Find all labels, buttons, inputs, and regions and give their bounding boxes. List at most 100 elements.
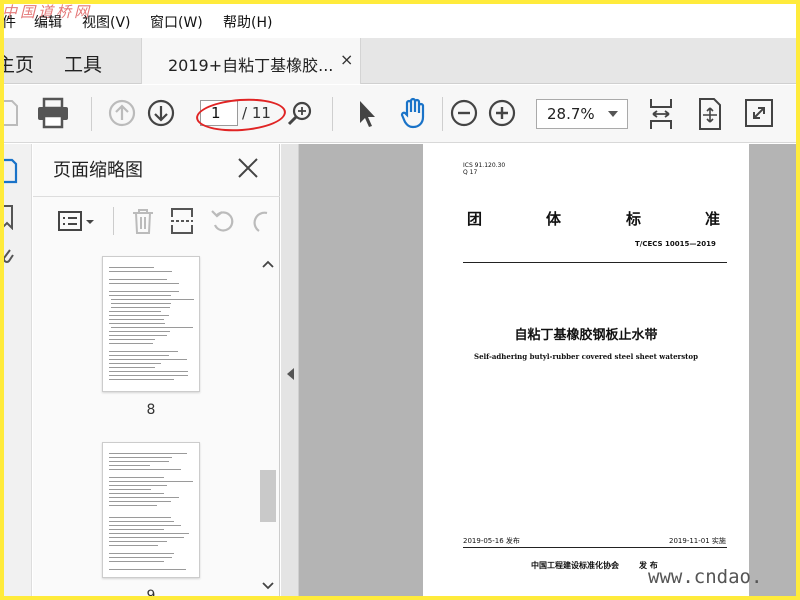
toolbar-separator xyxy=(113,207,114,235)
site-url-watermark: www.cndao. xyxy=(648,566,763,588)
close-icon[interactable] xyxy=(236,156,260,180)
thumbnail-text-line xyxy=(111,303,171,304)
rotate-view-icon[interactable] xyxy=(696,97,724,131)
thumbnail-text-line xyxy=(109,359,187,360)
implement-date: 2019-11-01 实施 xyxy=(669,537,726,545)
save-icon[interactable] xyxy=(4,99,18,127)
menu-view[interactable]: 视图(V) xyxy=(82,12,131,32)
toolbar-separator xyxy=(332,97,333,131)
panel-title: 页面缩略图 xyxy=(53,160,143,181)
thumbnail-text-line xyxy=(109,521,174,522)
menu-help[interactable]: 帮助(H) xyxy=(223,12,272,32)
thumbnail-text-line xyxy=(111,307,170,308)
header-rule xyxy=(463,262,727,263)
menu-file[interactable]: 件 xyxy=(4,12,16,32)
page-thumbnails-icon[interactable] xyxy=(4,158,18,184)
thumbnail-options-icon[interactable] xyxy=(57,210,97,234)
ccs-code: Q 17 xyxy=(463,169,478,176)
heading-char: 体 xyxy=(546,210,562,228)
thumbnail-text-line xyxy=(109,453,187,454)
thumbnail-text-line xyxy=(109,489,151,490)
close-tab-button[interactable]: × xyxy=(340,50,353,69)
panel-collapse-gutter[interactable] xyxy=(281,144,299,596)
thumbnail-text-line xyxy=(109,481,193,482)
thumbnail-page-label: 9 xyxy=(146,588,156,596)
chevron-down-icon xyxy=(608,111,618,117)
tab-bar: 主页 工具 2019+自粘丁基橡胶... × xyxy=(4,38,796,84)
chevron-up-icon[interactable] xyxy=(262,260,274,268)
thumbnail-text-line xyxy=(109,323,165,324)
full-screen-icon[interactable] xyxy=(744,98,774,128)
thumbnail-text-line xyxy=(109,469,181,470)
thumbnail-text-line xyxy=(109,379,174,380)
heading-char: 标 xyxy=(626,210,642,228)
chevron-down-icon[interactable] xyxy=(262,582,274,590)
tab-document[interactable]: 2019+自粘丁基橡胶... × xyxy=(141,38,361,84)
menu-bar: 中国道桥网 件 编辑 视图(V) 窗口(W) 帮助(H) xyxy=(4,4,796,36)
select-cursor-icon[interactable] xyxy=(356,99,378,129)
thumbnail-text-line xyxy=(109,271,172,272)
page-thumbnail-9[interactable] xyxy=(102,442,200,578)
footer-rule xyxy=(463,547,727,548)
document-tab-title: 2019+自粘丁基橡胶... xyxy=(168,56,334,75)
hand-tool-icon[interactable] xyxy=(399,97,429,129)
attachment-icon[interactable] xyxy=(4,248,16,270)
thumbnail-text-line xyxy=(109,557,172,558)
thumbnail-text-line xyxy=(109,371,188,372)
thumbnail-text-line xyxy=(109,375,188,376)
thumbnail-text-line xyxy=(109,505,157,506)
thumbnail-text-line xyxy=(109,561,164,562)
page-thumbnail-8[interactable] xyxy=(102,256,200,392)
fit-page-icon[interactable] xyxy=(647,97,675,131)
toolbar-separator xyxy=(91,97,92,131)
thumbnail-text-line xyxy=(109,465,150,466)
thumbnail-text-line xyxy=(109,279,167,280)
document-page: ICS 91.120.30 Q 17 团 体 标 准 T/CECS 10015—… xyxy=(423,144,749,596)
thumbnail-text-line xyxy=(109,501,171,502)
previous-page-icon[interactable] xyxy=(108,99,136,127)
scrollbar-thumb[interactable] xyxy=(260,470,276,522)
thumbnail-text-line xyxy=(109,493,164,494)
thumbnail-text-line xyxy=(109,283,179,284)
issue-date: 2019-05-16 发布 xyxy=(463,537,520,545)
thumbnail-panel: 页面缩略图 8 9 xyxy=(33,144,280,596)
menu-edit[interactable]: 编辑 xyxy=(34,12,62,32)
thumbnail-text-line xyxy=(109,331,170,332)
thumbnail-page-label: 8 xyxy=(146,402,156,418)
menu-window[interactable]: 窗口(W) xyxy=(150,12,203,32)
thumbnail-text-line xyxy=(111,299,194,300)
trash-icon[interactable] xyxy=(131,207,155,235)
navigation-rail xyxy=(4,144,32,596)
document-viewer[interactable]: ICS 91.120.30 Q 17 团 体 标 准 T/CECS 10015—… xyxy=(281,144,796,596)
thumbnail-text-line xyxy=(109,363,161,364)
thumbnail-text-line xyxy=(109,319,164,320)
thumbnail-text-line xyxy=(109,311,161,312)
insert-page-icon[interactable] xyxy=(169,207,195,235)
ics-code: ICS 91.120.30 xyxy=(463,162,506,169)
zoom-search-icon[interactable] xyxy=(286,99,314,127)
print-icon[interactable] xyxy=(36,97,70,129)
collapse-arrow-icon[interactable] xyxy=(287,368,294,380)
standard-number: T/CECS 10015—2019 xyxy=(635,240,716,248)
thumbnail-text-line xyxy=(109,497,179,498)
heading-char: 准 xyxy=(705,210,721,228)
thumbnail-text-line xyxy=(109,335,167,336)
thumbnail-text-line xyxy=(109,343,153,344)
thumbnail-text-line xyxy=(109,339,155,340)
zoom-out-icon[interactable] xyxy=(450,99,478,127)
tab-home[interactable]: 主页 xyxy=(4,50,34,77)
rotate-left-icon[interactable] xyxy=(209,207,237,235)
thumbnail-text-line xyxy=(111,327,193,328)
standard-title-cn: 自粘丁基橡胶钢板止水带 xyxy=(514,328,658,343)
thumbnail-text-line xyxy=(109,461,169,462)
tab-tools[interactable]: 工具 xyxy=(64,50,102,77)
zoom-in-icon[interactable] xyxy=(488,99,516,127)
thumbnail-text-line xyxy=(109,533,189,534)
thumbnail-scrollbar[interactable] xyxy=(258,254,278,594)
next-page-icon[interactable] xyxy=(147,99,175,127)
bookmark-icon[interactable] xyxy=(4,204,16,230)
rotate-right-icon[interactable] xyxy=(251,207,271,235)
thumbnail-text-line xyxy=(109,517,171,518)
thumbnail-text-line xyxy=(109,553,174,554)
thumbnail-text-line xyxy=(109,351,178,352)
